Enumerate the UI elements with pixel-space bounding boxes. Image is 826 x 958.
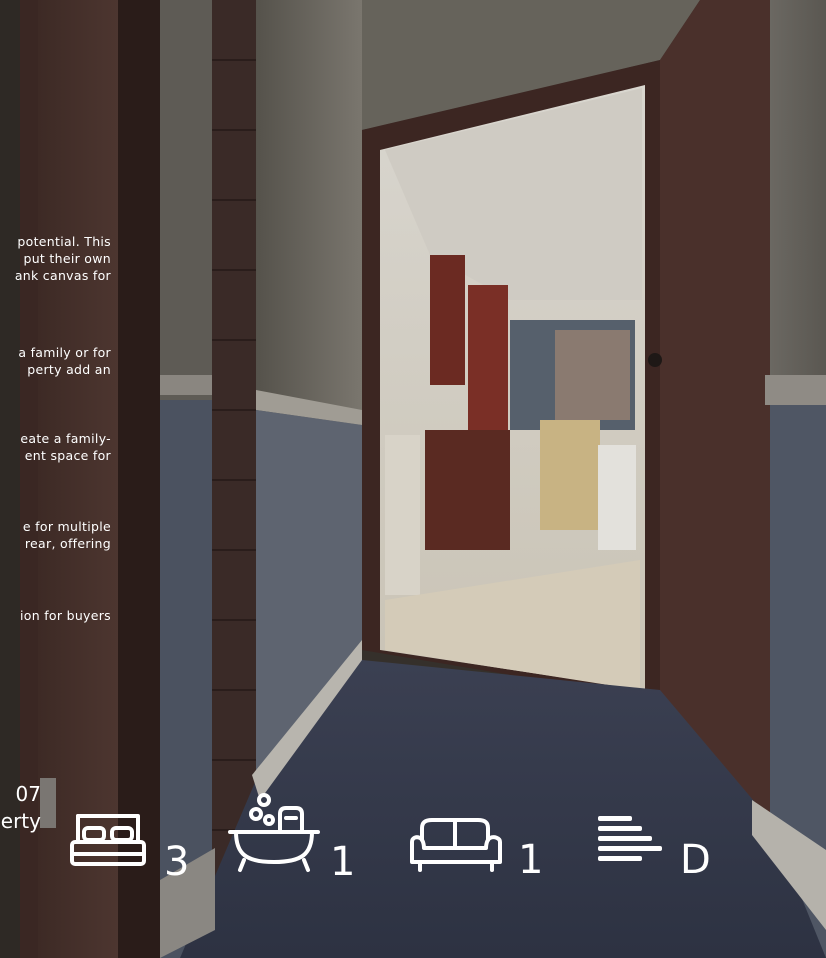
epc-rating-value: D (680, 837, 711, 883)
description-line: perty add an (27, 362, 111, 377)
description-line: e for multiple (22, 519, 111, 534)
description-line: a family or for (18, 345, 111, 360)
bathrooms-feature: 1 (226, 792, 366, 882)
description-line: put their own (23, 251, 111, 266)
receptions-feature: 1 (408, 812, 548, 882)
bathtub-icon (228, 793, 320, 872)
bedrooms-feature: 3 (68, 812, 190, 885)
description-paragraph-3: eate a family- ent space for (20, 430, 111, 464)
corner-text-line-1: 07 (15, 782, 41, 806)
bedrooms-count: 3 (164, 839, 190, 885)
sofa-icon (410, 818, 502, 872)
description-paragraph-1: potential. This put their own ank canvas… (15, 233, 111, 284)
description-line: eate a family- (20, 431, 111, 446)
description-paragraph-4: e for multiple rear, offering (23, 518, 111, 552)
description-line: ion for buyers (20, 608, 111, 623)
epc-rating-icon (598, 816, 662, 861)
description-paragraph-5: ion for buyers (20, 607, 111, 624)
bathrooms-count: 1 (330, 839, 356, 885)
receptions-count: 1 (518, 837, 544, 883)
epc-feature: D (596, 812, 726, 882)
description-paragraph-2: a family or for perty add an (18, 344, 111, 378)
bed-icon (70, 814, 146, 866)
description-line: ank canvas for (14, 268, 111, 283)
description-line: rear, offering (24, 536, 111, 551)
description-line: ent space for (24, 448, 111, 463)
description-line: potential. This (17, 234, 111, 249)
corner-text-line-2: erty (0, 809, 41, 833)
